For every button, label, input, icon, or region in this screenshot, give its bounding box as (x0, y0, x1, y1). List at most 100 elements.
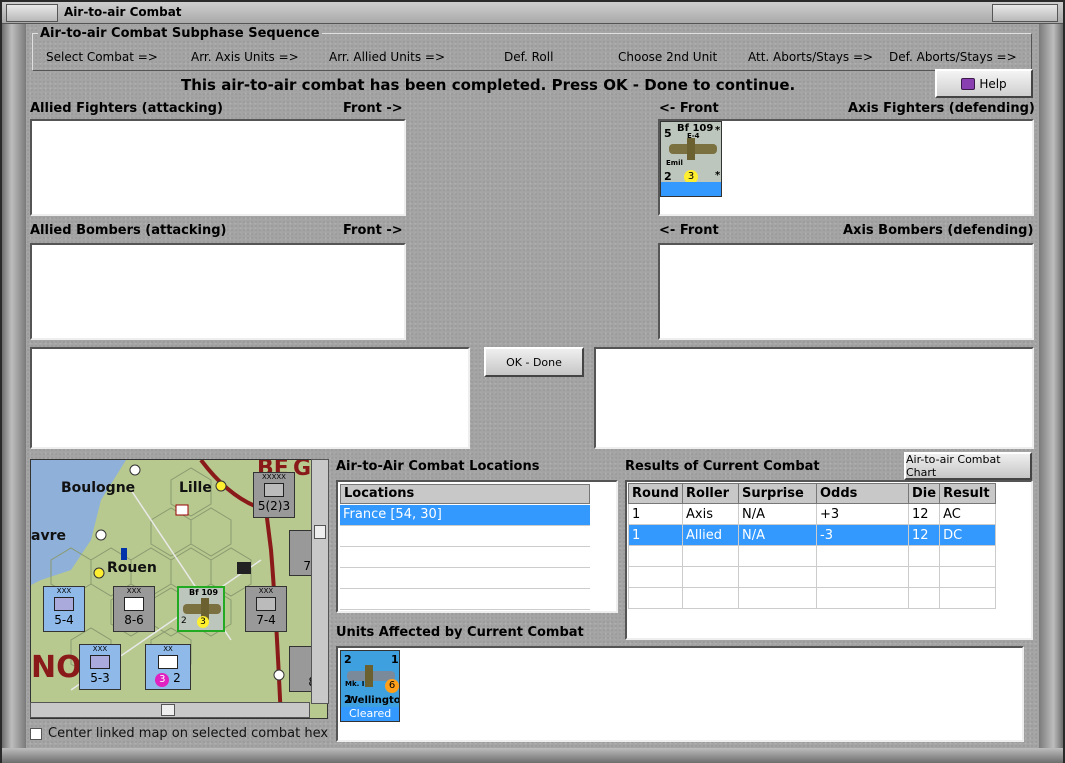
window-frame-bottom (2, 748, 1063, 763)
map-unit-counter[interactable]: XXX 5-3 (79, 644, 121, 690)
counter-corps: XXX (56, 587, 72, 595)
counter-selection-strip (661, 182, 721, 196)
air-combat-window: Air-to-air Combat Air-to-air Combat Subp… (0, 0, 1065, 763)
air-combat-chart-button[interactable]: Air-to-air Combat Chart (904, 452, 1032, 480)
allied-combat-panel[interactable] (30, 347, 470, 449)
results-col-header: Odds (816, 483, 909, 504)
center-map-checkbox[interactable] (30, 727, 42, 740)
location-row[interactable]: France [54, 30] (340, 505, 590, 526)
counter-value: 5-3 (90, 671, 110, 685)
results-col-header: Die (907, 483, 941, 504)
counter-top-right: 1 (391, 653, 399, 666)
sequence-step: Choose 2nd Unit (618, 50, 718, 64)
sequence-step: Arr. Allied Units => (329, 50, 446, 64)
infantry-icon (90, 655, 110, 669)
results-row[interactable]: 1 Axis N/A +3 12 AC (628, 503, 997, 525)
window-close-button[interactable] (992, 4, 1058, 22)
cell-die: 12 (907, 524, 941, 546)
sequence-step: Arr. Axis Units => (191, 50, 299, 64)
sequence-step: Select Combat => (46, 50, 158, 64)
city-label: Boulogne (61, 480, 136, 496)
counter-corps: XXX (258, 587, 274, 595)
allied-bombers-panel[interactable] (30, 243, 406, 340)
locations-list[interactable]: Locations France [54, 30] (336, 480, 618, 613)
map-air-counter[interactable]: Bf 109 2 3 (177, 586, 225, 632)
content-area: Air-to-air Combat Subphase Sequence Sele… (26, 24, 1039, 748)
infantry-icon (124, 597, 144, 611)
center-map-option[interactable]: Center linked map on selected combat hex (30, 726, 328, 741)
counter-marker-bottom: * (715, 170, 721, 181)
affected-unit-counter[interactable]: 2 1 Mk. I 6 2 Wellington Cleared (340, 650, 400, 722)
axis-combat-panel[interactable] (594, 347, 1034, 449)
map-unit-counter[interactable]: XXXXX 5(2)3 (253, 472, 295, 518)
results-row-empty (628, 566, 997, 588)
map-unit-counter[interactable]: XXX 7-4 (245, 586, 287, 632)
title-bar[interactable]: Air-to-air Combat (2, 2, 1063, 24)
counter-defense: 2 (181, 616, 187, 626)
sequence-step: Def. Aborts/Stays => (889, 50, 1017, 64)
map-region-label: G (293, 459, 312, 481)
location-row-empty (340, 589, 590, 610)
help-button[interactable]: Help (935, 69, 1033, 98)
counter-range: 3 (197, 616, 209, 628)
counter-value: 5(2)3 (257, 499, 291, 513)
allied-bombers-label: Allied Bombers (attacking) (30, 223, 227, 238)
counter-circle-value: 3 (155, 673, 170, 687)
linked-map[interactable]: Boulogne Lille Rouen avre BE G NO XXXXX … (30, 459, 328, 719)
cell-die: 12 (907, 503, 941, 525)
counter-corps: XXX (92, 645, 108, 653)
axis-fighters-panel[interactable]: 5 Bf 109 E-4 * Emil 2 3 * (658, 119, 1034, 216)
status-message: This air-to-air combat has been complete… (181, 76, 796, 94)
counter-corps: XX (163, 645, 173, 653)
counter-name: Wellington (347, 695, 400, 706)
counter-value: 7-4 (256, 613, 276, 627)
cell-odds: -3 (816, 524, 909, 546)
axis-bombers-panel[interactable] (658, 243, 1034, 340)
locations-section-title: Air-to-Air Combat Locations (336, 459, 540, 474)
scrollbar-thumb[interactable] (314, 525, 326, 539)
location-row-empty (340, 526, 590, 547)
window-frame-left (2, 24, 26, 763)
city-label: Lille (179, 480, 212, 496)
map-unit-counter[interactable]: XX 3 2 (145, 644, 191, 690)
sequence-title: Air-to-air Combat Subphase Sequence (38, 26, 322, 41)
results-header-row: Round Roller Surprise Odds Die Result (628, 483, 997, 504)
map-vertical-scrollbar[interactable] (311, 459, 329, 704)
results-row-empty (628, 587, 997, 609)
counter-status: Cleared (349, 707, 392, 720)
book-icon (961, 77, 976, 90)
center-map-label: Center linked map on selected combat hex (48, 726, 329, 741)
axis-bombers-label: Axis Bombers (defending) (843, 223, 1034, 238)
results-row-empty (628, 545, 997, 567)
results-row[interactable]: 1 Allied N/A -3 12 DC (628, 524, 997, 546)
cell-surprise: N/A (738, 503, 817, 525)
axis-bombers-front-label: <- Front (659, 223, 719, 238)
infantry-icon (54, 597, 74, 611)
units-affected-panel[interactable]: 2 1 Mk. I 6 2 Wellington Cleared (336, 646, 1024, 742)
window-frame-right (1039, 24, 1063, 763)
scrollbar-thumb[interactable] (161, 704, 175, 716)
axis-fighter-counter[interactable]: 5 Bf 109 E-4 * Emil 2 3 * (660, 121, 722, 197)
results-col-header: Roller (682, 483, 739, 504)
division-icon (158, 655, 178, 669)
window-title: Air-to-air Combat (64, 5, 182, 19)
axis-fighters-label: Axis Fighters (defending) (848, 101, 1035, 116)
map-unit-counter[interactable]: XXX 8-6 (113, 586, 155, 632)
allied-fighters-panel[interactable] (30, 119, 406, 216)
ok-done-button[interactable]: OK - Done (484, 347, 584, 377)
allied-bombers-front-label: Front -> (343, 223, 403, 238)
results-table[interactable]: Round Roller Surprise Odds Die Result 1 … (625, 480, 1033, 640)
results-section-title: Results of Current Combat (625, 459, 820, 474)
cell-round: 1 (628, 524, 683, 546)
aircraft-icon (669, 138, 717, 160)
allied-fighters-front-label: Front -> (343, 101, 403, 116)
map-unit-counter[interactable]: XXX 5-4 (43, 586, 85, 632)
map-horizontal-scrollbar[interactable] (30, 702, 310, 718)
counter-range: 6 (385, 679, 399, 693)
sequence-step: Att. Aborts/Stays => (748, 50, 874, 64)
sequence-step: Def. Roll (504, 50, 554, 64)
cell-result: DC (939, 524, 997, 546)
window-menu-button[interactable] (6, 4, 58, 22)
counter-variant: Mk. I (345, 680, 365, 688)
counter-value: 5-4 (54, 613, 74, 627)
